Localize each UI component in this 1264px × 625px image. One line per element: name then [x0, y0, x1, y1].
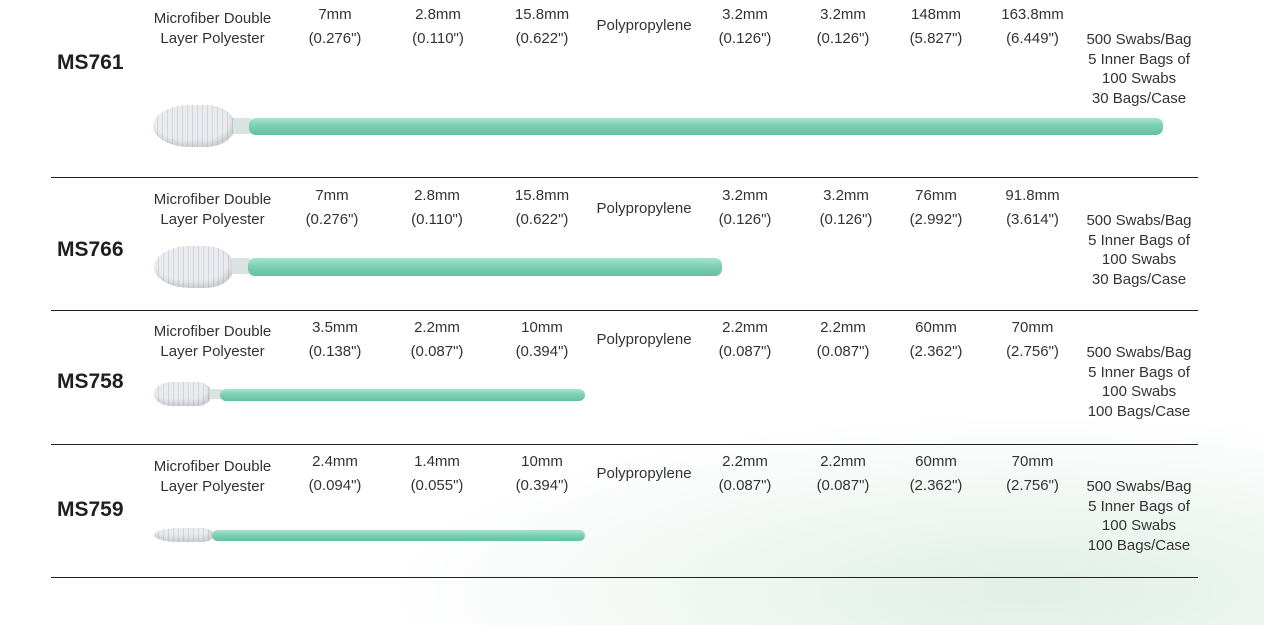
swab-image	[154, 528, 586, 544]
packaging-info: 500 Swabs/Bag 5 Inner Bags of 100 Swabs 30 …	[1086, 31, 1192, 107]
tip-width: 7mm (0.276")	[308, 6, 362, 47]
swab-image	[153, 105, 1165, 149]
packaging-info: 500 Swabs/Bag 5 Inner Bags of 100 Swabs 30 …	[1086, 212, 1192, 288]
handle-material: Polypropylene	[596, 17, 692, 34]
tip-material: Microfiber Double Layer Polyester	[153, 10, 272, 47]
row-divider	[51, 577, 1198, 578]
row-divider	[51, 310, 1198, 311]
handle-thickness: 2.2mm (0.087")	[816, 319, 870, 360]
tip-material: Microfiber Double Layer Polyester	[153, 323, 272, 360]
overall-length: 91.8mm (3.614")	[1005, 187, 1060, 228]
overall-length: 70mm (2.756")	[1006, 453, 1059, 494]
handle-thickness: 3.2mm (0.126")	[819, 187, 873, 228]
tip-length: 10mm (0.394")	[515, 319, 569, 360]
packaging-info: 500 Swabs/Bag 5 Inner Bags of 100 Swabs 100…	[1086, 478, 1192, 554]
model-number: MS758	[57, 370, 124, 393]
handle-length: 76mm (2.992")	[909, 187, 963, 228]
overall-length: 70mm (2.756")	[1006, 319, 1059, 360]
tip-length: 10mm (0.394")	[515, 453, 569, 494]
handle-material: Polypropylene	[596, 200, 692, 217]
swab-image	[154, 246, 724, 290]
swab-image	[154, 382, 586, 408]
tip-length: 15.8mm (0.622")	[514, 6, 570, 47]
handle-width: 2.2mm (0.087")	[718, 319, 772, 360]
handle-thickness: 3.2mm (0.126")	[816, 6, 870, 47]
model-number: MS761	[57, 51, 124, 74]
handle-width: 2.2mm (0.087")	[718, 453, 772, 494]
model-number: MS766	[57, 238, 124, 261]
tip-thickness: 1.4mm (0.055")	[410, 453, 464, 494]
tip-thickness: 2.8mm (0.110")	[412, 6, 464, 47]
row-divider	[51, 177, 1198, 178]
handle-material: Polypropylene	[596, 331, 692, 348]
tip-width: 7mm (0.276")	[305, 187, 359, 228]
packaging-info: 500 Swabs/Bag 5 Inner Bags of 100 Swabs 100…	[1086, 344, 1192, 420]
model-number: MS759	[57, 498, 124, 521]
overall-length: 163.8mm (6.449")	[1001, 6, 1064, 47]
handle-thickness: 2.2mm (0.087")	[816, 453, 870, 494]
tip-material: Microfiber Double Layer Polyester	[153, 458, 272, 495]
handle-material: Polypropylene	[596, 465, 692, 482]
handle-length: 148mm (5.827")	[909, 6, 963, 47]
tip-thickness: 2.2mm (0.087")	[410, 319, 464, 360]
tip-width: 2.4mm (0.094")	[308, 453, 362, 494]
tip-thickness: 2.8mm (0.110")	[411, 187, 463, 228]
handle-length: 60mm (2.362")	[909, 453, 963, 494]
handle-length: 60mm (2.362")	[909, 319, 963, 360]
tip-material: Microfiber Double Layer Polyester	[153, 191, 272, 228]
handle-width: 3.2mm (0.126")	[718, 187, 772, 228]
tip-width: 3.5mm (0.138")	[308, 319, 362, 360]
row-divider	[51, 444, 1198, 445]
handle-width: 3.2mm (0.126")	[718, 6, 772, 47]
tip-length: 15.8mm (0.622")	[514, 187, 570, 228]
